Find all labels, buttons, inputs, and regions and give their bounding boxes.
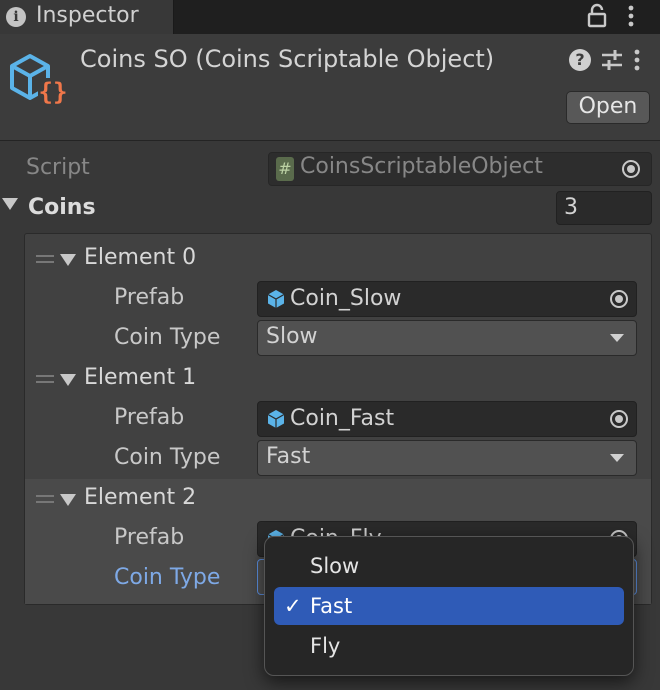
element-label[interactable]: Element 2 [84,485,196,510]
menu-item-label: Fly [310,634,341,658]
scriptable-object-icon: {} [10,54,68,106]
script-value: CoinsScriptableObject [300,154,543,179]
coins-label: Coins [28,195,96,220]
prefab-label: Prefab [114,285,185,310]
tab-title: Inspector [36,3,139,28]
svg-text:{}: {} [39,78,68,106]
checkmark-icon: ✓ [284,594,302,618]
foldout-arrow-icon[interactable] [2,198,18,210]
menu-item-slow[interactable]: Slow [274,547,624,585]
prefab-icon [267,410,285,428]
script-label: Script [26,155,90,180]
foldout-arrow-icon[interactable] [60,374,76,386]
coin-type-dropdown[interactable] [257,440,637,476]
dropdown-arrow-icon [610,454,624,462]
presets-icon[interactable] [600,48,624,72]
coin-type-label: Coin Type [114,445,221,470]
menu-item-fly[interactable]: Fly [274,627,624,665]
drag-handle-icon[interactable] [36,495,54,503]
dropdown-arrow-icon [610,334,624,342]
foldout-arrow-icon[interactable] [60,494,76,506]
element-label[interactable]: Element 1 [84,365,196,390]
menu-item-label: Fast [310,594,353,618]
element-label[interactable]: Element 0 [84,245,196,270]
drag-handle-icon[interactable] [36,255,54,263]
kebab-menu-icon[interactable] [624,3,638,29]
menu-item-fast[interactable]: ✓ Fast [274,587,624,625]
coins-size-value: 3 [564,195,578,220]
foldout-arrow-icon[interactable] [60,254,76,266]
coin-type-label: Coin Type [114,325,221,350]
menu-item-label: Slow [310,554,360,578]
prefab-icon [267,290,285,308]
prefab-value: Coin_Slow [290,286,402,311]
object-picker-icon [622,160,640,178]
script-file-icon: # [276,157,294,181]
kebab-menu-icon[interactable] [630,48,644,72]
object-picker-icon[interactable] [610,410,628,428]
coin-type-label: Coin Type [114,565,221,590]
asset-title: Coins SO (Coins Scriptable Object) [80,45,495,73]
lock-icon[interactable] [586,3,608,29]
open-button[interactable]: Open [566,91,650,124]
object-picker-icon[interactable] [610,290,628,308]
drag-handle-icon[interactable] [36,375,54,383]
coin-type-value: Slow [266,324,318,349]
prefab-label: Prefab [114,525,185,550]
prefab-label: Prefab [114,405,185,430]
info-icon: i [6,7,26,27]
help-icon[interactable]: ? [569,49,591,71]
prefab-value: Coin_Fast [290,406,395,431]
coin-type-value: Fast [266,444,311,469]
